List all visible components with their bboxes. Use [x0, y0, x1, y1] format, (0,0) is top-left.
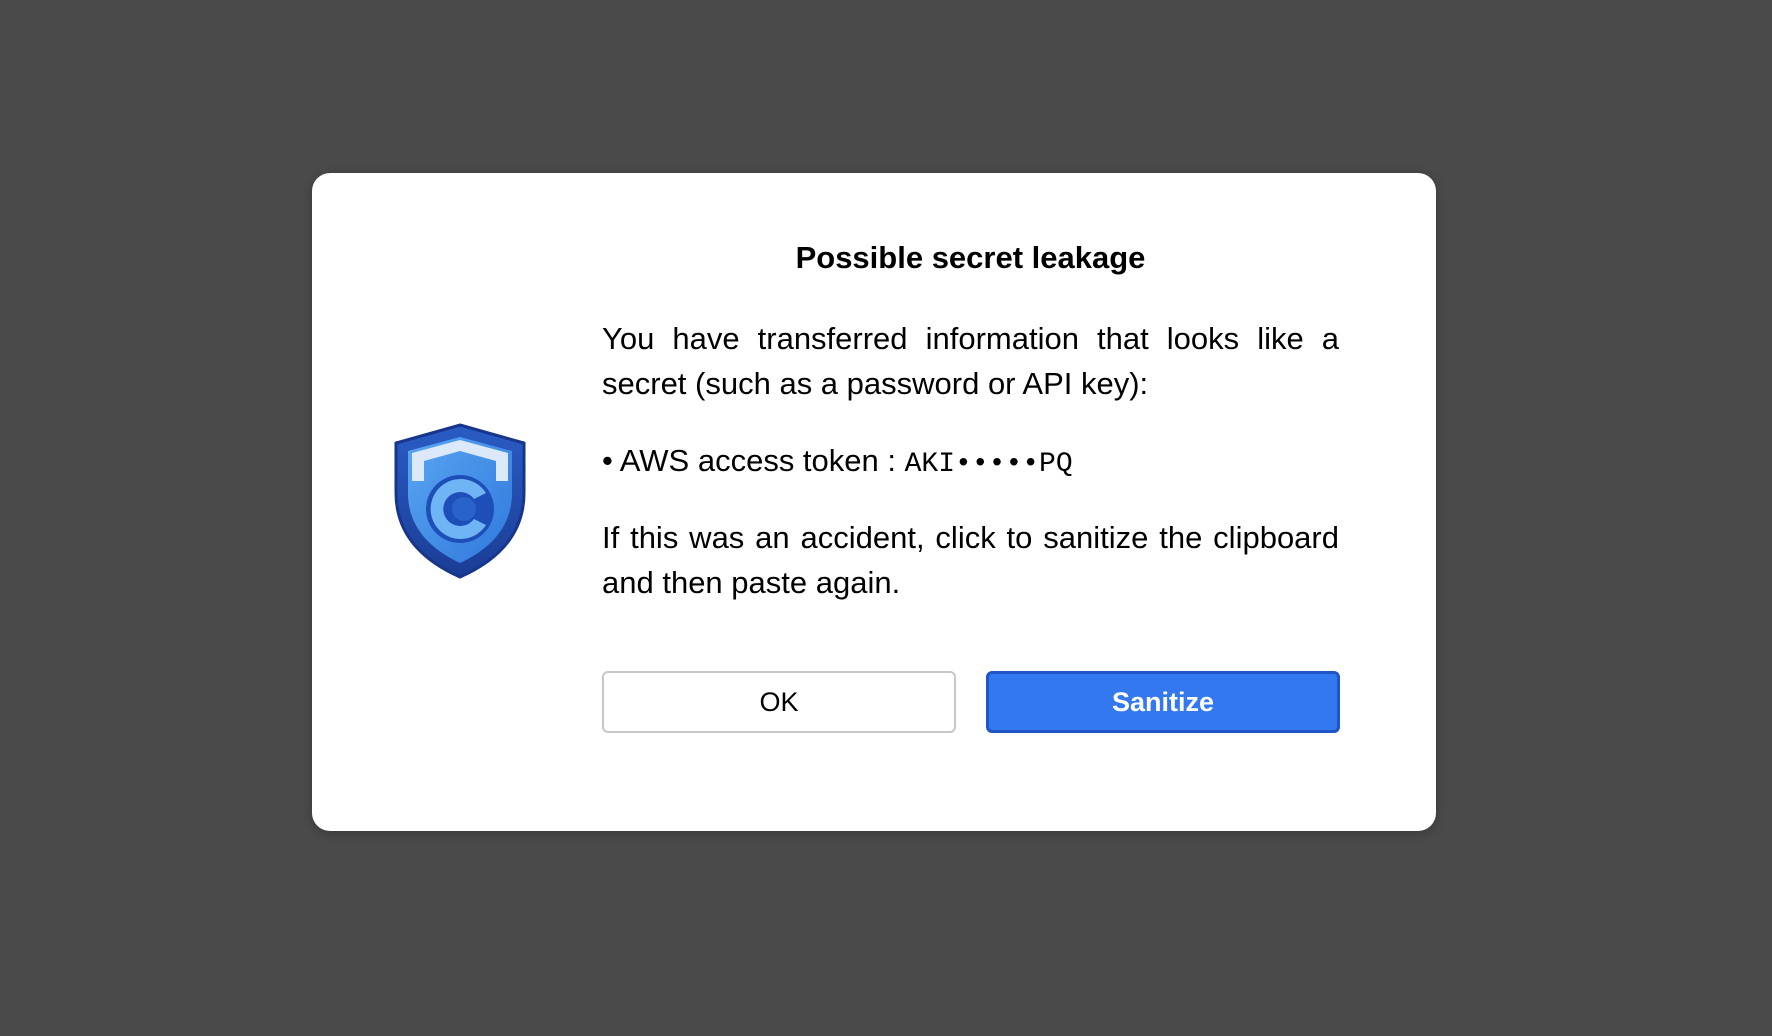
dialog-intro-text: You have transferred information that lo…: [602, 321, 1339, 401]
secret-token-value: AKI•••••PQ: [904, 449, 1073, 480]
secret-type-label: AWS access token: [619, 443, 879, 478]
secret-separator: :: [878, 443, 905, 478]
sanitize-button[interactable]: Sanitize: [986, 671, 1340, 733]
secret-leak-dialog: Possible secret leakage You have transfe…: [312, 173, 1436, 831]
dialog-instruction-text: If this was an accident, click to saniti…: [602, 520, 1339, 600]
dialog-title: Possible secret leakage: [795, 240, 1146, 275]
ok-button[interactable]: OK: [602, 671, 956, 733]
bullet: •: [602, 443, 613, 478]
secret-list-item: • AWS access token : AKI•••••PQ: [602, 438, 1339, 487]
shield-icon: [392, 423, 528, 579]
